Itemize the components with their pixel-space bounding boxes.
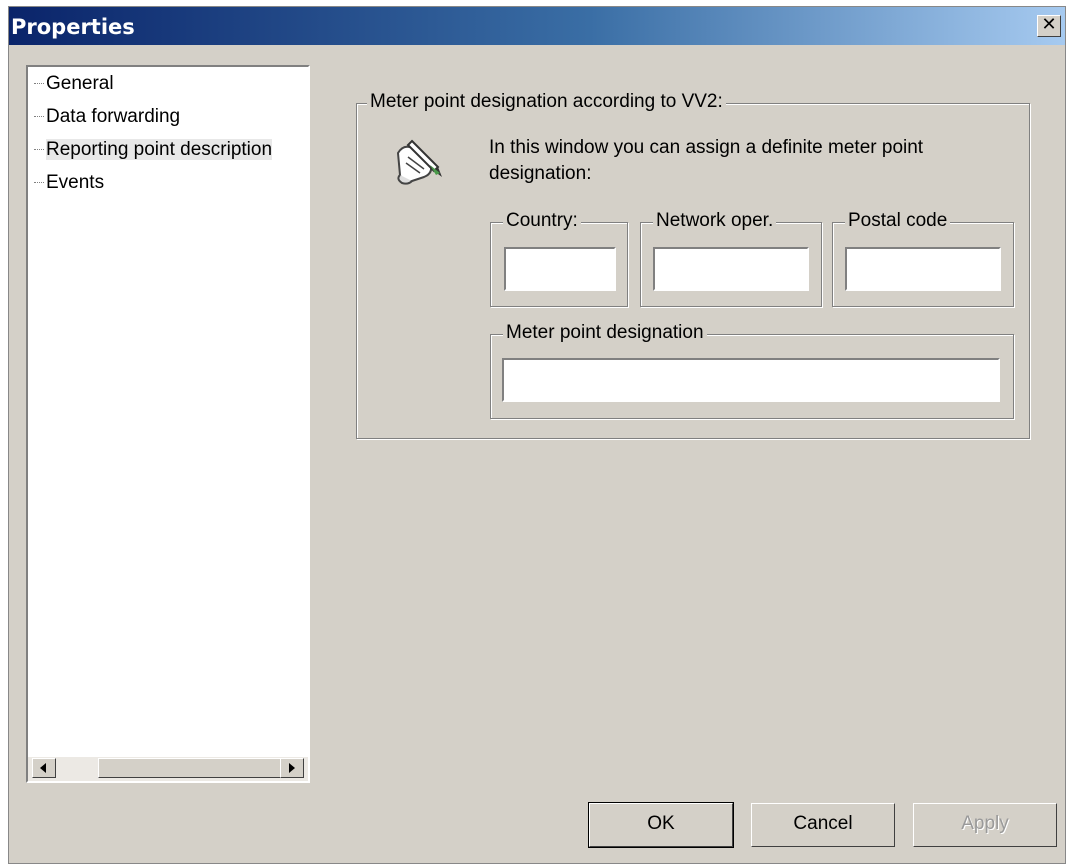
network-operator-label: Network oper. <box>653 210 777 232</box>
ok-button[interactable]: OK <box>588 802 734 848</box>
network-operator-field[interactable] <box>653 247 809 291</box>
tree-connector <box>34 83 44 85</box>
tree-connector <box>34 182 44 184</box>
group-description: In this window you can assign a definite… <box>489 137 924 184</box>
arrow-left-icon <box>40 763 46 773</box>
tree-item-events[interactable]: Events <box>34 172 104 204</box>
tree-connector <box>34 116 44 118</box>
country-label: Country: <box>503 210 581 232</box>
cancel-button[interactable]: Cancel <box>751 803 895 847</box>
pen-and-scroll-icon <box>390 133 450 189</box>
tree-connector <box>34 149 44 151</box>
postal-code-label: Postal code <box>845 210 951 232</box>
country-field[interactable] <box>504 247 616 291</box>
tree-horizontal-scrollbar[interactable] <box>28 757 308 781</box>
close-button[interactable]: ✕ <box>1037 15 1061 37</box>
title-bar[interactable]: Properties ✕ <box>9 7 1065 45</box>
scroll-thumb[interactable] <box>98 758 288 778</box>
postal-code-field[interactable] <box>845 247 1001 291</box>
scroll-left-button[interactable] <box>32 758 56 778</box>
tree-item-label: General <box>46 73 114 94</box>
properties-tree: General Data forwarding Reporting point … <box>26 65 310 783</box>
window-title: Properties <box>11 15 135 39</box>
arrow-right-icon <box>289 763 295 773</box>
tree-item-label: Reporting point description <box>46 139 273 160</box>
apply-button[interactable]: Apply <box>913 803 1057 847</box>
tree-item-label: Data forwarding <box>46 106 181 127</box>
tree-item-reporting-point-description[interactable]: Reporting point description <box>34 139 273 171</box>
tree-item-label: Events <box>46 172 105 193</box>
properties-dialog: Properties ✕ General Data forwarding Rep… <box>8 6 1066 864</box>
tree-item-general[interactable]: General <box>34 73 114 105</box>
group-legend: Meter point designation according to VV2… <box>367 91 726 113</box>
meter-point-designation-label: Meter point designation <box>503 322 707 344</box>
scroll-right-button[interactable] <box>280 758 304 778</box>
close-icon: ✕ <box>1041 14 1057 35</box>
meter-point-designation-field[interactable] <box>502 358 1000 402</box>
tree-item-data-forwarding[interactable]: Data forwarding <box>34 106 180 138</box>
